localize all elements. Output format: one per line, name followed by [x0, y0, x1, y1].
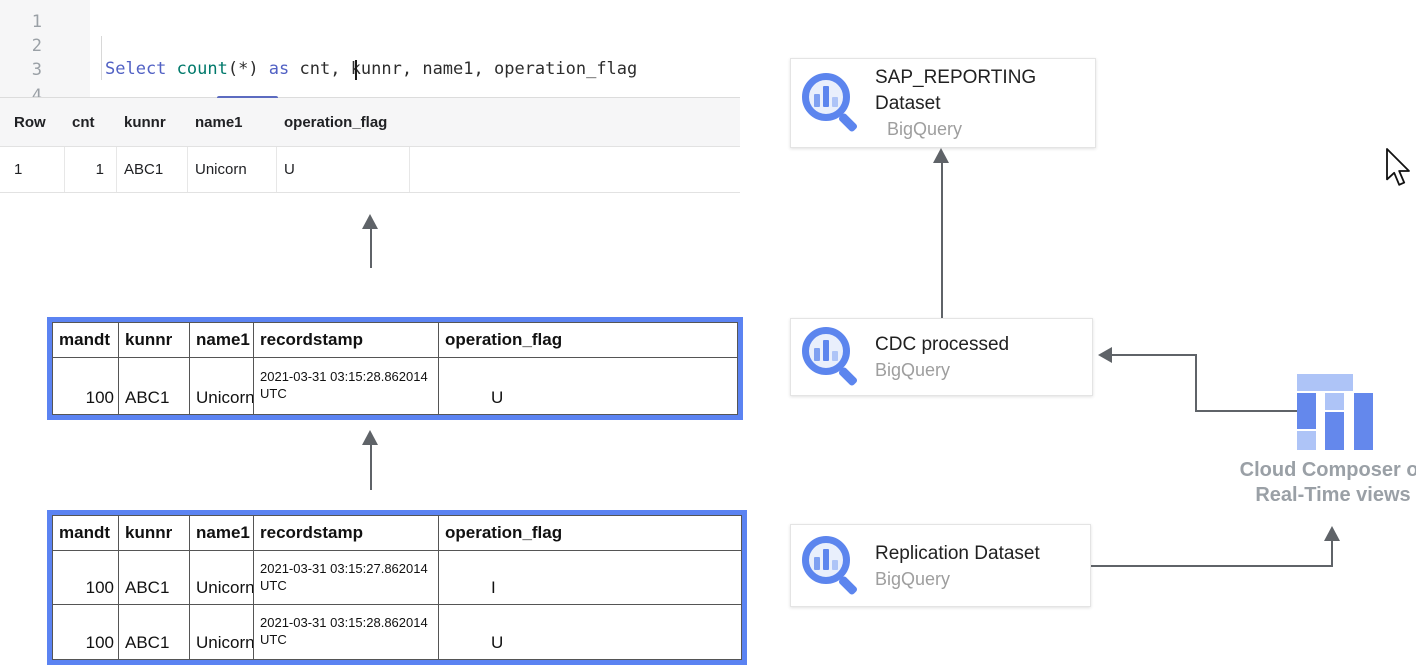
node-title: SAP_REPORTING Dataset — [875, 65, 1060, 117]
table-cell: ABC1 — [119, 605, 190, 659]
line-number: 2 — [0, 34, 42, 58]
table-cell: I — [439, 551, 741, 604]
table-cell: Unicorn — [190, 358, 254, 414]
table-header-cell: kunnr — [119, 323, 190, 357]
bigquery-icon — [801, 326, 861, 388]
table-header-cell: mandt — [53, 323, 119, 357]
node-replication-dataset: Replication Dataset BigQuery — [790, 524, 1091, 607]
mouse-cursor-icon — [1385, 147, 1413, 191]
table-header-cell: operation_flag — [439, 323, 737, 357]
table-header-cell: recordstamp — [254, 323, 439, 357]
line-number: 4 — [0, 84, 42, 97]
results-header-cell: kunnr — [117, 98, 188, 146]
table-cell: U — [439, 605, 741, 659]
code-line[interactable]: Select count(*) as cnt, kunnr, name1, op… — [105, 57, 637, 81]
replication-table: mandt kunnr name1 recordstamp operation_… — [47, 510, 747, 665]
results-header-row: Row cnt kunnr name1 operation_flag — [0, 98, 740, 147]
results-cell: 1 — [65, 147, 117, 192]
results-header-cell: operation_flag — [277, 98, 410, 146]
results-cell: U — [277, 147, 410, 192]
table-cell: 100 — [53, 358, 119, 414]
table-header-cell: kunnr — [119, 516, 190, 550]
table-cell: 2021-03-31 03:15:28.862014 UTC — [254, 605, 439, 659]
bigquery-icon — [801, 535, 861, 597]
cdc-processed-table: mandt kunnr name1 recordstamp operation_… — [47, 317, 743, 420]
node-subtitle: BigQuery — [875, 358, 1009, 382]
sql-function: count — [177, 59, 228, 79]
line-number: 3 — [0, 58, 42, 82]
table-header-cell: recordstamp — [254, 516, 439, 550]
results-header-cell: name1 — [188, 98, 277, 146]
results-cell: ABC1 — [117, 147, 188, 192]
sql-keyword: as — [269, 59, 289, 79]
indent-guide — [101, 36, 102, 80]
page: 1 2 3 4 Select count(*) as cnt, kunnr, n… — [0, 0, 1416, 671]
table-cell: 100 — [53, 605, 119, 659]
sql-editor[interactable]: 1 2 3 4 Select count(*) as cnt, kunnr, n… — [0, 0, 740, 97]
table-header-row: mandt kunnr name1 recordstamp operation_… — [53, 323, 737, 358]
node-cdc-processed: CDC processed BigQuery — [790, 318, 1093, 396]
table-header-cell: operation_flag — [439, 516, 741, 550]
results-header-cell: cnt — [65, 98, 117, 146]
line-number: 1 — [0, 10, 42, 34]
text-cursor — [355, 60, 357, 80]
results-cell: Unicorn — [188, 147, 277, 192]
sql-keyword: Select — [105, 59, 177, 79]
table-header-row: mandt kunnr name1 recordstamp operation_… — [53, 516, 741, 551]
table-cell: 100 — [53, 551, 119, 604]
query-results-table: Row cnt kunnr name1 operation_flag 1 1 A… — [0, 98, 740, 193]
table-row: 100 ABC1 Unicorn 2021-03-31 03:15:27.862… — [53, 551, 741, 605]
table-header-cell: mandt — [53, 516, 119, 550]
node-title: CDC processed — [875, 332, 1009, 358]
table-header-cell: name1 — [190, 516, 254, 550]
table-cell: 2021-03-31 03:15:28.862014 UTC — [254, 358, 439, 414]
table-row: 100 ABC1 Unicorn 2021-03-31 03:15:28.862… — [53, 605, 741, 659]
table-header-cell: name1 — [190, 323, 254, 357]
table-cell: ABC1 — [119, 551, 190, 604]
code-area[interactable]: Select count(*) as cnt, kunnr, name1, op… — [105, 9, 637, 97]
cloud-composer-icon — [1297, 374, 1373, 450]
node-sap-reporting-dataset: SAP_REPORTING Dataset BigQuery — [790, 58, 1096, 148]
table-row: 100 ABC1 Unicorn 2021-03-31 03:15:28.862… — [53, 358, 737, 414]
table-cell: 2021-03-31 03:15:27.862014 UTC — [254, 551, 439, 604]
bigquery-icon — [801, 72, 861, 134]
results-cell: 1 — [0, 147, 65, 192]
results-header-cell: Row — [0, 98, 65, 146]
table-cell: U — [439, 358, 737, 414]
results-row: 1 1 ABC1 Unicorn U — [0, 147, 740, 193]
composer-label: Cloud Composer or Real-Time views — [1232, 458, 1416, 508]
node-subtitle: BigQuery — [875, 117, 1060, 141]
table-cell: ABC1 — [119, 358, 190, 414]
table-cell: Unicorn — [190, 605, 254, 659]
table-cell: Unicorn — [190, 551, 254, 604]
node-title: Replication Dataset — [875, 541, 1040, 567]
node-subtitle: BigQuery — [875, 567, 1040, 591]
